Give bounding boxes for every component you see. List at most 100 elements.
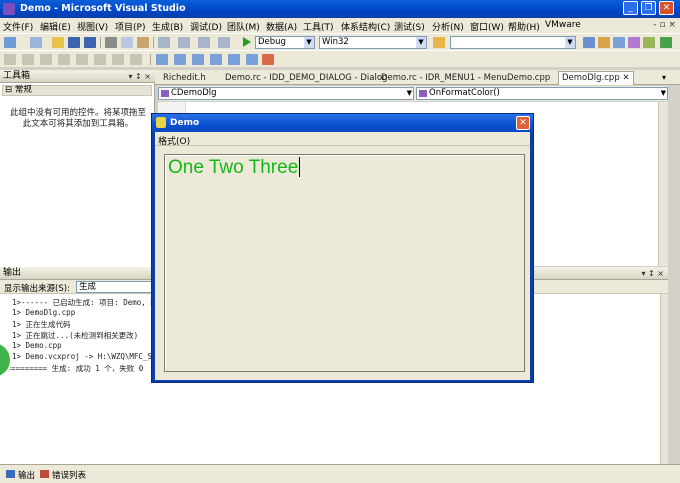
tab-demo-cpp[interactable]: Demo.cpp — [507, 73, 550, 83]
member-selector-combo[interactable]: OnFormatColor() ▼ — [416, 87, 668, 100]
menu-bar: 文件(F) 编辑(E) 视图(V) 项目(P) 生成(B) 调试(D) 团队(M… — [0, 18, 680, 33]
menu-tools[interactable]: 工具(T) — [303, 20, 334, 33]
open-folder-icon[interactable] — [52, 37, 64, 48]
menu-team[interactable]: 团队(M) — [227, 20, 260, 33]
align-bottoms-icon[interactable] — [76, 54, 88, 65]
solution-configuration-combo[interactable]: Debug ▼ — [255, 36, 315, 49]
chevron-down-icon[interactable]: ▼ — [407, 88, 412, 99]
menu-build[interactable]: 生成(B) — [152, 20, 183, 33]
find-combo[interactable]: ▼ — [450, 36, 576, 49]
undo-icon[interactable] — [158, 37, 170, 48]
text-caret — [299, 157, 301, 177]
dialog-title-bar[interactable]: Demo ✕ — [152, 114, 533, 132]
dialog-title: Demo — [170, 118, 200, 128]
dialog-close-button[interactable]: ✕ — [516, 116, 530, 130]
collapse-icon[interactable]: ⊟ — [5, 85, 12, 95]
tab-output-label: 输出 — [18, 471, 36, 481]
maximize-button[interactable]: ❐ — [641, 1, 656, 15]
minimize-button[interactable]: _ — [623, 1, 638, 15]
error-list-icon — [40, 470, 49, 478]
align-rights-icon[interactable] — [40, 54, 52, 65]
start-debugging-icon[interactable] — [243, 37, 251, 47]
find-in-files-icon[interactable] — [433, 37, 445, 48]
rich-edit-control[interactable]: One Two Three — [164, 154, 525, 372]
output-line: 1> 正在跳过...(未检测到相关更改) — [12, 331, 139, 340]
mdi-window-buttons[interactable]: - ▫ × — [653, 20, 676, 30]
dialog-client-area: 格式(O) One Two Three — [155, 132, 530, 380]
menu-view[interactable]: 视图(V) — [77, 20, 108, 33]
make-same-size-icon[interactable] — [192, 54, 204, 65]
save-all-icon[interactable] — [84, 37, 96, 48]
menu-architecture[interactable]: 体系结构(C) — [341, 20, 390, 33]
chevron-down-icon[interactable]: ▼ — [565, 37, 575, 48]
class-selector-combo[interactable]: CDemoDlg ▼ — [158, 87, 414, 100]
remove-icon[interactable] — [262, 54, 274, 65]
cut-icon[interactable] — [105, 37, 117, 48]
extension-manager-icon[interactable] — [660, 37, 672, 48]
tab-richedit-h[interactable]: Richedit.h — [163, 73, 206, 83]
new-project-icon[interactable] — [4, 37, 16, 48]
redo-icon[interactable] — [178, 37, 190, 48]
make-same-width-icon[interactable] — [156, 54, 168, 65]
close-tab-icon[interactable]: ✕ — [622, 73, 629, 83]
chevron-down-icon[interactable]: ▼ — [304, 37, 314, 48]
close-button[interactable]: ✕ — [659, 1, 674, 15]
tab-overflow-icon[interactable]: ▾ — [662, 73, 666, 82]
ide-title-bar[interactable]: Demo - Microsoft Visual Studio _ ❐ ✕ — [0, 0, 680, 18]
bottom-tab-bar: 输出 错误列表 — [0, 464, 680, 483]
class-selector-value: CDemoDlg — [171, 88, 217, 98]
space-across-icon[interactable] — [130, 54, 142, 65]
tab-demodlg-cpp[interactable]: DemoDlg.cpp ✕ — [558, 71, 634, 85]
dialog-editor-toolbar — [0, 50, 680, 67]
solution-platform-combo[interactable]: Win32 ▼ — [319, 36, 427, 49]
menu-window[interactable]: 窗口(W) — [470, 20, 504, 33]
properties-icon[interactable] — [598, 37, 610, 48]
copy-icon[interactable] — [121, 37, 133, 48]
pin-icon[interactable]: ▾ ↕ × — [641, 268, 664, 280]
output-scrollbar[interactable] — [660, 294, 668, 464]
center-vertical-icon[interactable] — [94, 54, 106, 65]
editor-scrollbar[interactable] — [658, 102, 668, 266]
solution-platform-value: Win32 — [322, 37, 349, 47]
standard-toolbar: Debug ▼ Win32 ▼ ▼ — [0, 33, 680, 50]
chevron-down-icon[interactable]: ▼ — [661, 88, 666, 99]
menu-file[interactable]: 文件(F) — [3, 20, 33, 33]
navigate-forward-icon[interactable] — [218, 37, 230, 48]
menu-analyze[interactable]: 分析(N) — [432, 20, 464, 33]
tab-demo-rc-dialog[interactable]: Demo.rc - IDD_DEMO_DIALOG - Dialog — [225, 73, 387, 83]
menu-edit[interactable]: 编辑(E) — [40, 20, 71, 33]
menu-help[interactable]: 帮助(H) — [508, 20, 540, 33]
toolbox-group-general[interactable]: ⊟ 常规 — [2, 85, 152, 96]
toolbox-icon[interactable] — [628, 37, 640, 48]
menu-data[interactable]: 数据(A) — [266, 20, 297, 33]
menu-test[interactable]: 测试(S) — [394, 20, 425, 33]
toggle-grid-icon[interactable] — [228, 54, 240, 65]
menu-project[interactable]: 项目(P) — [115, 20, 145, 33]
toggle-guides-icon[interactable] — [210, 54, 222, 65]
tab-demo-rc-menu[interactable]: Demo.rc - IDR_MENU1 - Menu — [381, 73, 507, 83]
solution-explorer-icon[interactable] — [583, 37, 595, 48]
menu-vmware[interactable]: VMware — [545, 20, 581, 30]
tab-order-icon[interactable] — [246, 54, 258, 65]
rich-edit-text: One Two Three — [168, 157, 301, 179]
object-browser-icon[interactable] — [613, 37, 625, 48]
toolbox-header[interactable]: 工具箱 ▾ ↕ × — [0, 70, 155, 83]
menu-debug[interactable]: 调试(D) — [190, 20, 222, 33]
save-icon[interactable] — [68, 37, 80, 48]
align-tops-icon[interactable] — [58, 54, 70, 65]
toolbox-empty-message: 此组中没有可用的控件。将某项拖至此文本可将其添加到工具箱。 — [9, 108, 146, 129]
paste-icon[interactable] — [137, 37, 149, 48]
tab-output[interactable]: 输出 — [6, 469, 35, 481]
center-horizontal-icon[interactable] — [112, 54, 124, 65]
make-same-height-icon[interactable] — [174, 54, 186, 65]
chevron-down-icon[interactable]: ▼ — [416, 37, 426, 48]
navigate-backward-icon[interactable] — [198, 37, 210, 48]
start-page-icon[interactable] — [643, 37, 655, 48]
toolbox-group-label: 常规 — [14, 85, 32, 95]
add-item-icon[interactable] — [30, 37, 42, 48]
pin-icon[interactable]: ▾ ↕ × — [128, 71, 151, 83]
test-dialog-icon[interactable] — [4, 54, 16, 65]
align-lefts-icon[interactable] — [22, 54, 34, 65]
tab-error-list[interactable]: 错误列表 — [40, 469, 86, 481]
output-source-value: 生成 — [79, 282, 97, 292]
